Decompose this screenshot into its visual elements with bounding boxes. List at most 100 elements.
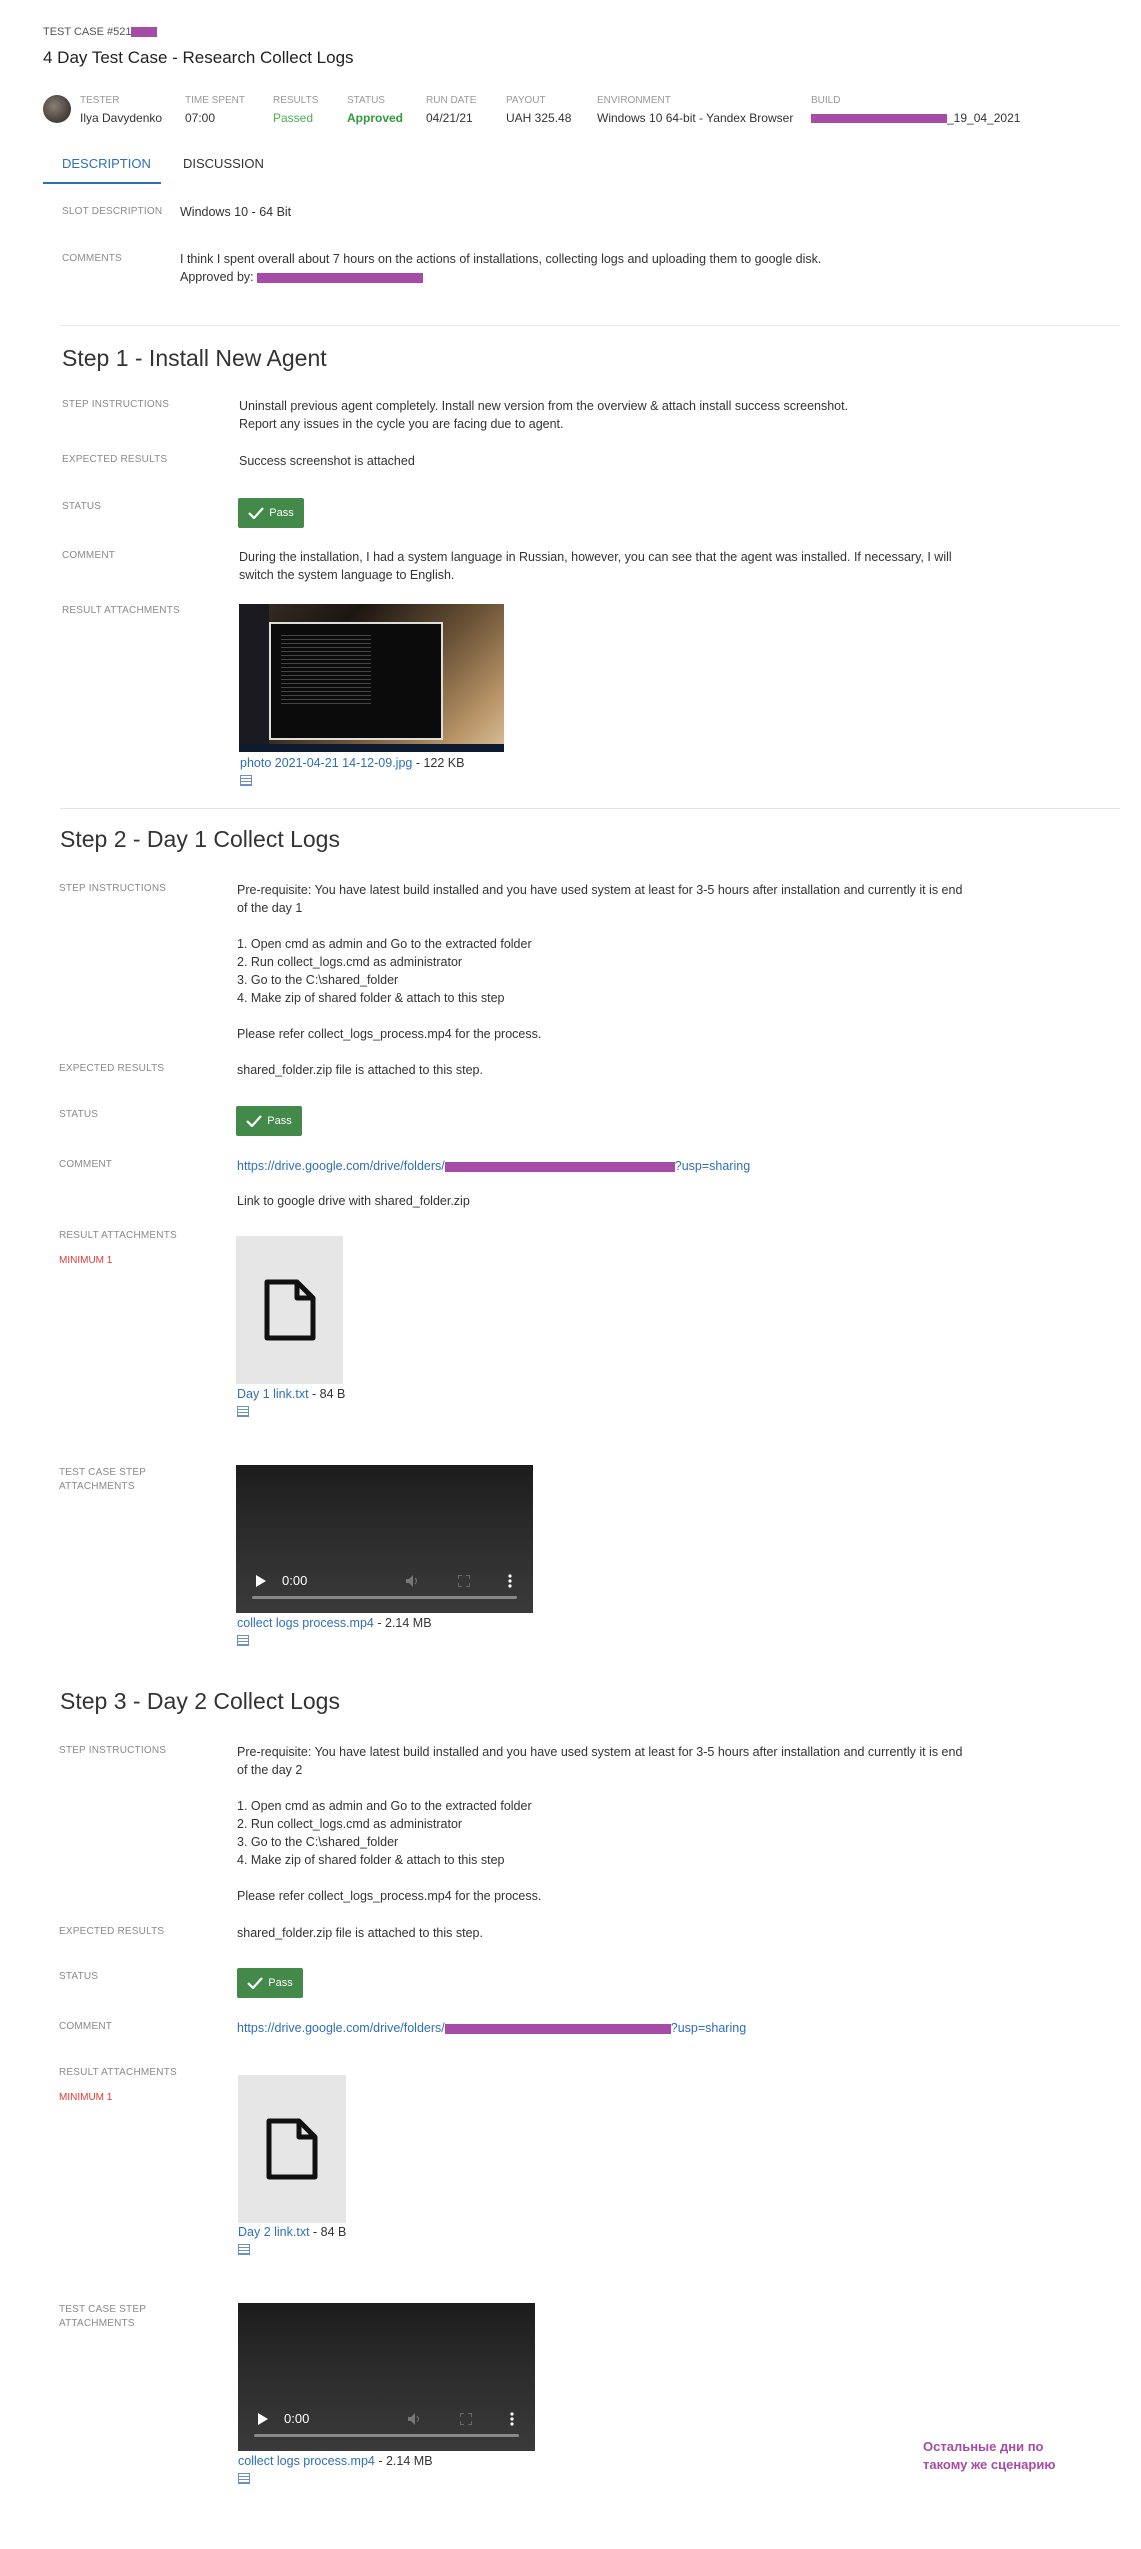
step1-comment-line1: During the installation, I had a system … — [239, 550, 952, 564]
step2-comment-label: COMMENT — [59, 1159, 113, 1170]
link-prefix: https://drive.google.com/drive/folders/ — [237, 2021, 445, 2035]
video-progress-bar[interactable] — [252, 1596, 517, 1599]
step3-video-link[interactable]: collect logs process.mp4 — [238, 2454, 375, 2468]
avatar — [43, 95, 71, 123]
step3-pass-badge: Pass — [237, 1968, 303, 1998]
slot-description-value: Windows 10 - 64 Bit — [180, 205, 292, 219]
step3-file-link[interactable]: Day 2 link.txt — [238, 2225, 310, 2239]
step3-case-attachments-label: TEST CASE STEP ATTACHMENTS — [59, 2303, 146, 2331]
step3-instructions-label: STEP INSTRUCTIONS — [59, 1745, 167, 1756]
minimum-badge: MINIMUM 1 — [59, 1255, 113, 1266]
run-date-label: RUN DATE — [426, 95, 477, 106]
checkmark-icon — [248, 507, 265, 519]
step3-file-thumbnail[interactable] — [238, 2075, 346, 2223]
taskbar — [239, 744, 504, 752]
metadata-icon[interactable] — [237, 1635, 249, 1646]
approved-by: Approved by: — [180, 268, 424, 286]
minimum-badge: MINIMUM 1 — [59, 2092, 113, 2103]
step2-case-attachments-label: TEST CASE STEP ATTACHMENTS — [59, 1466, 146, 1494]
step1-expected-value: Success screenshot is attached — [239, 454, 415, 468]
step2-list-item: 2. Run collect_logs.cmd as administrator — [237, 955, 463, 969]
step2-expected-label: EXPECTED RESULTS — [59, 1063, 165, 1074]
time-spent-label: TIME SPENT — [185, 95, 246, 106]
tab-description[interactable]: DESCRIPTION — [62, 156, 151, 171]
tab-discussion[interactable]: DISCUSSION — [183, 156, 264, 171]
pass-label: Pass — [267, 1115, 292, 1127]
volume-icon[interactable] — [408, 2413, 422, 2425]
video-time: 0:00 — [282, 1573, 308, 1588]
comments-text: I think I spent overall about 7 hours on… — [180, 252, 822, 266]
step2-list-item: 4. Make zip of shared folder & attach to… — [237, 991, 505, 1005]
fullscreen-icon[interactable] — [460, 2413, 472, 2425]
step3-comment-label: COMMENT — [59, 2021, 113, 2032]
case-attachments-line1: TEST CASE STEP — [59, 2304, 147, 2315]
pass-label: Pass — [269, 507, 294, 519]
fullscreen-icon[interactable] — [458, 1575, 470, 1587]
run-date-value: 04/21/21 — [426, 111, 473, 125]
redaction-block — [811, 114, 947, 124]
active-tab-indicator — [43, 182, 161, 184]
video-progress-bar[interactable] — [254, 2434, 519, 2437]
step2-list-item: 3. Go to the C:\shared_folder — [237, 973, 399, 987]
divider — [60, 808, 1120, 809]
play-icon[interactable] — [258, 2413, 268, 2425]
comments-label: COMMENTS — [62, 253, 122, 264]
step2-video-link[interactable]: collect logs process.mp4 — [237, 1616, 374, 1630]
step2-status-label: STATUS — [59, 1109, 99, 1120]
video-controls: 0:00 — [236, 1553, 533, 1613]
metadata-icon[interactable] — [240, 775, 252, 786]
step2-instructions-label: STEP INSTRUCTIONS — [59, 883, 167, 894]
environment-value: Windows 10 64-bit - Yandex Browser — [597, 111, 794, 125]
step1-expected-label: EXPECTED RESULTS — [62, 454, 168, 465]
file-icon — [264, 1279, 315, 1341]
step3-list-item: 2. Run collect_logs.cmd as administrator — [237, 1817, 463, 1831]
video-controls: 0:00 — [238, 2391, 535, 2451]
case-attachments-line2: ATTACHMENTS — [59, 1481, 135, 1492]
step3-drive-link[interactable]: https://drive.google.com/drive/folders/?… — [237, 2019, 746, 2037]
file-icon — [266, 2118, 318, 2180]
link-suffix: ?usp=sharing — [674, 1159, 751, 1173]
step2-video-attachment: collect logs process.mp4 - 2.14 MB — [237, 1616, 432, 1630]
volume-icon[interactable] — [406, 1575, 420, 1587]
screenshot-thumbnail[interactable] — [239, 604, 504, 752]
play-icon[interactable] — [256, 1575, 266, 1587]
more-options-icon[interactable] — [510, 2412, 514, 2426]
more-options-icon[interactable] — [508, 1574, 512, 1588]
step2-comment-text: Link to google drive with shared_folder.… — [237, 1194, 470, 1208]
annotation-line2: такому же сценарию — [923, 2457, 1056, 2472]
step1-instructions-line1: Uninstall previous agent completely. Ins… — [239, 399, 849, 413]
tester-label: TESTER — [80, 95, 120, 106]
step1-file-size: - 122 KB — [412, 756, 465, 770]
step2-file-thumbnail[interactable] — [236, 1236, 343, 1384]
step1-attachments-label: RESULT ATTACHMENTS — [62, 605, 180, 616]
step2-drive-link[interactable]: https://drive.google.com/drive/folders/?… — [237, 1157, 750, 1175]
desktop-icons-column — [239, 604, 269, 752]
step2-prereq-line2: of the day 1 — [237, 901, 303, 915]
tester-link[interactable]: Ilya Davydenko — [80, 111, 162, 125]
step3-expected-value: shared_folder.zip file is attached to th… — [237, 1926, 483, 1940]
step3-video-size: - 2.14 MB — [374, 2454, 433, 2468]
step1-file-link[interactable]: photo 2021-04-21 14-12-09.jpg — [240, 756, 412, 770]
build-label: BUILD — [811, 95, 841, 106]
annotation-line1: Остальные дни по — [923, 2439, 1044, 2454]
step1-pass-badge: Pass — [238, 498, 304, 528]
payout-label: PAYOUT — [506, 95, 546, 106]
step2-video-player[interactable]: 0:00 — [236, 1465, 533, 1613]
redaction-block — [444, 2023, 671, 2034]
metadata-icon[interactable] — [237, 1406, 249, 1417]
step3-video-player[interactable]: 0:00 — [238, 2303, 535, 2451]
annotation-note: Остальные дни по такому же сценарию — [923, 2438, 1055, 2474]
step3-list-item: 1. Open cmd as admin and Go to the extra… — [237, 1799, 532, 1813]
step3-refer: Please refer collect_logs_process.mp4 fo… — [237, 1889, 542, 1903]
step3-list-item: 4. Make zip of shared folder & attach to… — [237, 1853, 505, 1867]
metadata-icon[interactable] — [238, 2473, 250, 2484]
time-spent-value: 07:00 — [185, 111, 216, 125]
video-time: 0:00 — [284, 2411, 310, 2426]
step2-title: Step 2 - Day 1 Collect Logs — [60, 826, 340, 852]
slot-description-label: SLOT DESCRIPTION — [62, 206, 163, 217]
metadata-icon[interactable] — [238, 2244, 250, 2255]
step2-file-link[interactable]: Day 1 link.txt — [237, 1387, 309, 1401]
test-case-id: TEST CASE #521 — [43, 26, 158, 38]
step3-expected-label: EXPECTED RESULTS — [59, 1926, 165, 1937]
step3-file-size: - 84 B — [309, 2225, 347, 2239]
